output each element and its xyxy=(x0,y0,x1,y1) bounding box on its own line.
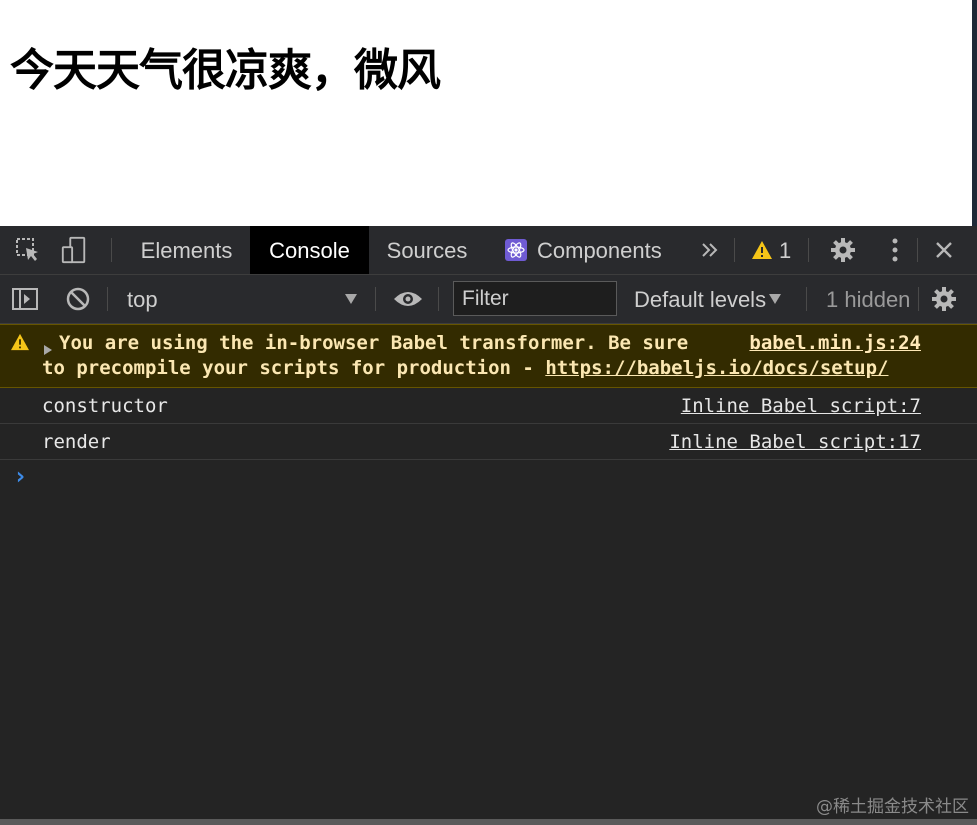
babel-setup-link[interactable]: https://babeljs.io/docs/setup/ xyxy=(545,357,888,379)
page-scrollbar[interactable] xyxy=(972,0,977,226)
devtools-tabbar: Elements Console Sources Components 1 xyxy=(0,226,977,275)
clear-console-icon[interactable] xyxy=(64,285,92,313)
tab-sources[interactable]: Sources xyxy=(374,226,480,274)
divider xyxy=(734,238,735,262)
divider xyxy=(375,287,376,311)
source-link[interactable]: Inline Babel script:17 xyxy=(669,431,921,453)
console-log-message: constructor Inline Babel script:7 xyxy=(0,388,977,424)
console-log-message: render Inline Babel script:17 xyxy=(0,424,977,460)
devtools-panel: Elements Console Sources Components 1 to… xyxy=(0,226,977,825)
tab-label: Sources xyxy=(386,238,468,263)
warning-count[interactable]: 1 xyxy=(779,226,791,276)
kebab-menu-icon[interactable] xyxy=(881,236,909,264)
warning-text-prefix: to precompile your scripts for productio… xyxy=(42,357,546,379)
console-settings-gear-icon[interactable] xyxy=(930,285,958,313)
page-heading: 今天天气很凉爽，微风 xyxy=(10,45,441,96)
close-icon[interactable] xyxy=(930,236,958,264)
divider xyxy=(111,238,112,262)
source-link[interactable]: Inline Babel script:7 xyxy=(681,395,921,417)
tab-label: Console xyxy=(269,238,350,263)
divider xyxy=(917,238,918,262)
divider xyxy=(107,287,108,311)
warning-icon xyxy=(10,333,30,356)
context-select[interactable]: top xyxy=(127,275,158,325)
device-toolbar-icon[interactable] xyxy=(60,236,88,264)
warning-text-line2: to precompile your scripts for productio… xyxy=(42,357,889,379)
hidden-count: 1 hidden xyxy=(826,287,911,312)
divider xyxy=(438,287,439,311)
source-link[interactable]: babel.min.js:24 xyxy=(749,332,921,354)
sidebar-toggle-icon[interactable] xyxy=(11,285,39,313)
web-page: 今天天气很凉爽，微风 xyxy=(0,0,972,226)
divider xyxy=(808,238,809,262)
chevron-down-icon[interactable] xyxy=(763,285,787,313)
console-warning-message: You are using the in-browser Babel trans… xyxy=(0,324,977,388)
inspect-element-icon[interactable] xyxy=(14,236,42,264)
settings-gear-icon[interactable] xyxy=(829,236,857,264)
log-text: render xyxy=(42,431,111,453)
more-tabs-icon[interactable] xyxy=(696,236,724,264)
eye-icon[interactable] xyxy=(392,285,424,313)
tab-label: Components xyxy=(537,238,662,263)
divider xyxy=(806,287,807,311)
warning-icon[interactable] xyxy=(750,236,774,264)
log-levels-select[interactable]: Default levels xyxy=(634,275,766,325)
log-text: constructor xyxy=(42,395,168,417)
react-components-icon xyxy=(505,239,527,261)
tab-components[interactable]: Components xyxy=(505,226,680,274)
divider xyxy=(918,287,919,311)
console-toolbar: top Default levels 1 hidden xyxy=(0,275,977,324)
watermark: @稀土掘金技术社区 xyxy=(816,797,969,817)
tab-elements[interactable]: Elements xyxy=(128,226,245,274)
tab-console[interactable]: Console xyxy=(250,226,369,274)
tab-label: Elements xyxy=(140,238,233,263)
warning-text-line1: You are using the in-browser Babel trans… xyxy=(59,332,689,354)
chevron-down-icon[interactable] xyxy=(338,285,364,313)
bottom-scrollbar[interactable] xyxy=(0,819,977,825)
console-messages: You are using the in-browser Babel trans… xyxy=(0,324,977,496)
console-prompt-row[interactable]: › xyxy=(0,460,977,496)
prompt-chevron-icon: › xyxy=(13,462,28,490)
filter-input[interactable] xyxy=(453,281,617,316)
